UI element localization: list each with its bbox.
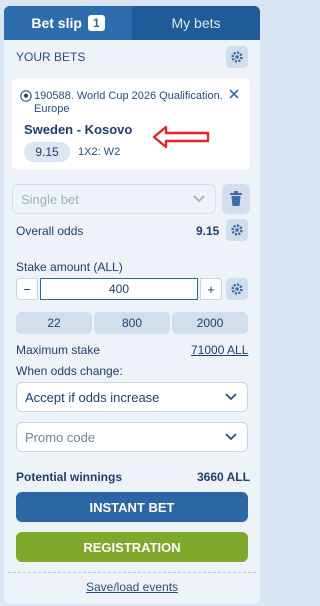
stake-settings-button[interactable]	[226, 278, 248, 300]
instant-bet-button[interactable]: INSTANT BET	[16, 492, 248, 522]
tab-my-bets-label: My bets	[171, 15, 221, 31]
event-league-meta: 190588. World Cup 2026 Qualification. Eu…	[34, 90, 223, 115]
bets-settings-button[interactable]	[226, 46, 248, 68]
promo-code-placeholder: Promo code	[25, 429, 96, 445]
odds-settings-button[interactable]	[226, 219, 248, 241]
save-load-events-link: Save/load events	[4, 580, 260, 594]
odds-change-select[interactable]: Accept if odds increase	[16, 382, 248, 412]
odds-change-label: When odds change:	[16, 364, 123, 378]
event-market: 1X2: W2	[78, 146, 121, 158]
chevron-down-icon	[193, 195, 205, 203]
gear-icon	[231, 51, 243, 63]
stake-decrease-button[interactable]: −	[16, 278, 38, 300]
stake-increase-button[interactable]: +	[200, 278, 222, 300]
tab-bet-slip-label: Bet slip	[31, 15, 82, 31]
stake-control: − +	[16, 278, 224, 300]
bet-type-select[interactable]: Single bet	[12, 184, 216, 214]
gear-icon	[231, 224, 243, 236]
quick-stake-button[interactable]: 22	[16, 312, 92, 334]
close-icon[interactable]	[228, 88, 240, 100]
tab-my-bets[interactable]: My bets	[132, 6, 260, 40]
potential-winnings-value: 3660 ALL	[197, 470, 250, 484]
event-odds-chip: 9.15	[24, 142, 70, 162]
stake-input[interactable]	[40, 278, 198, 300]
potential-winnings-label: Potential winnings	[16, 470, 123, 484]
quick-stake-button[interactable]: 800	[94, 312, 170, 334]
event-teams: Sweden - Kosovo	[24, 122, 133, 137]
red-arrow-icon	[152, 125, 210, 149]
max-stake-link[interactable]: 71000 ALL	[191, 343, 248, 357]
delete-bets-button[interactable]	[222, 184, 250, 214]
promo-code-field[interactable]: Promo code	[16, 422, 248, 452]
tab-bar: Bet slip 1 My bets	[4, 6, 260, 40]
save-load-events-text[interactable]: Save/load events	[86, 580, 178, 594]
quick-stake-button[interactable]: 2000	[172, 312, 248, 334]
max-stake-label: Maximum stake	[16, 343, 101, 357]
football-icon	[20, 90, 32, 102]
your-bets-heading: YOUR BETS	[16, 50, 86, 64]
chevron-down-icon	[225, 433, 237, 441]
bet-slip-panel: Bet slip 1 My bets YOUR BETS 190588. Wor…	[4, 6, 260, 604]
stake-amount-label: Stake amount (ALL)	[16, 260, 123, 274]
odds-change-value: Accept if odds increase	[25, 389, 160, 405]
bet-type-value: Single bet	[21, 191, 79, 207]
trash-icon	[230, 191, 242, 206]
divider	[8, 572, 256, 573]
registration-button[interactable]: REGISTRATION	[16, 532, 248, 562]
tab-bet-slip[interactable]: Bet slip 1	[4, 6, 132, 40]
chevron-down-icon	[225, 393, 237, 401]
overall-odds-label: Overall odds	[16, 224, 84, 238]
bet-event-card: 190588. World Cup 2026 Qualification. Eu…	[12, 78, 250, 170]
overall-odds-value: 9.15	[196, 224, 220, 238]
gear-icon	[231, 283, 243, 295]
bet-count-badge: 1	[87, 15, 105, 31]
